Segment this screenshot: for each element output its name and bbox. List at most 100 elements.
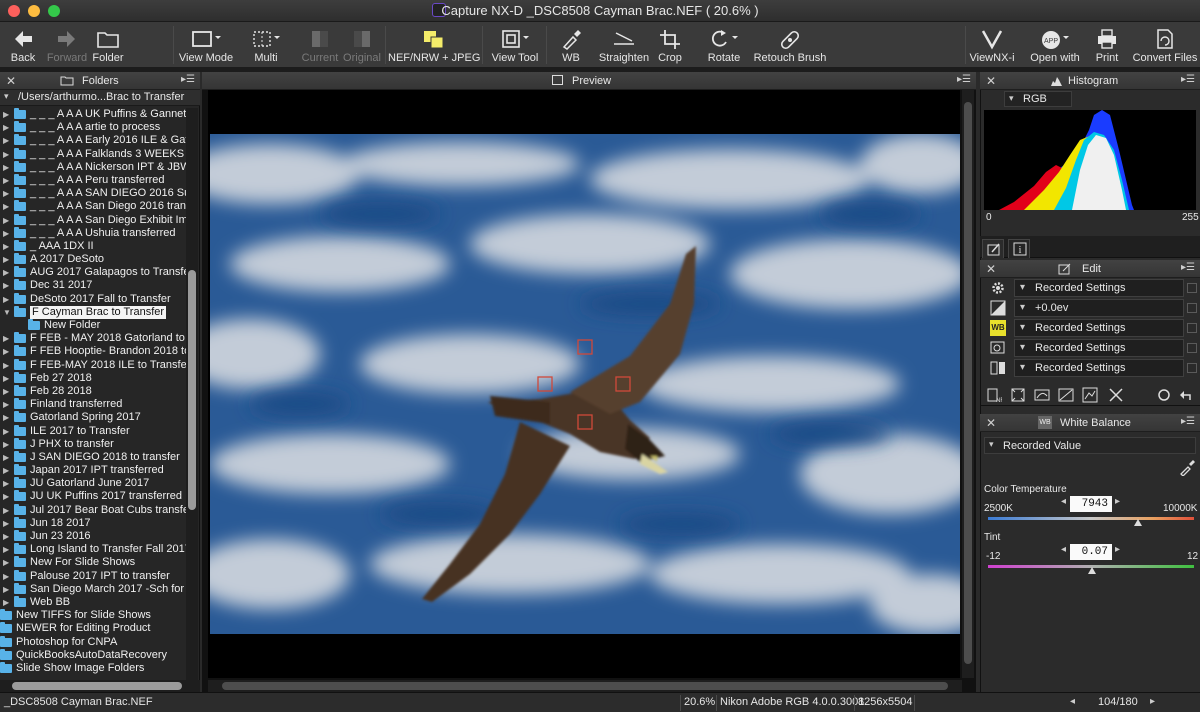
- close-panel-icon[interactable]: ✕: [6, 74, 16, 88]
- folder-tree-item[interactable]: QuickBooksAutoDataRecovery: [0, 648, 186, 662]
- reset-icon[interactable]: [1156, 387, 1172, 403]
- next-image-icon[interactable]: ▸: [1150, 696, 1155, 707]
- disclosure-closed-icon[interactable]: ▶: [3, 451, 9, 464]
- disclosure-closed-icon[interactable]: ▶: [3, 425, 9, 438]
- levels-checkbox[interactable]: [1187, 363, 1197, 373]
- disclosure-closed-icon[interactable]: ▶: [3, 504, 9, 517]
- folder-tree-item[interactable]: ▶ _ _ _ A A A San Diego 2016 tran: [0, 200, 186, 213]
- picture-control-select[interactable]: Recorded Settings: [1014, 339, 1184, 357]
- crop-button[interactable]: Crop: [652, 22, 688, 68]
- folder-tree-item[interactable]: ▼ F Cayman Brac to Transfer: [0, 305, 186, 319]
- folder-button[interactable]: Folder: [90, 22, 126, 68]
- preview-menu-icon[interactable]: ▸☰: [957, 74, 971, 85]
- wb-eyedropper-icon[interactable]: [1178, 458, 1196, 476]
- disclosure-closed-icon[interactable]: ▶: [3, 174, 9, 187]
- disclosure-closed-icon[interactable]: ▶: [3, 240, 9, 253]
- disclosure-closed-icon[interactable]: ▶: [3, 253, 9, 266]
- camera-settings-checkbox[interactable]: [1187, 283, 1197, 293]
- exposure-checkbox[interactable]: [1187, 303, 1197, 313]
- disclosure-closed-icon[interactable]: ▶: [3, 530, 9, 543]
- undo-icon[interactable]: [1178, 387, 1194, 403]
- folder-tree-item[interactable]: ▶ J SAN DIEGO 2018 to transfer: [0, 450, 186, 464]
- folder-tree-item[interactable]: ▶ _ _ _ A A A Early 2016 ILE & Gat: [0, 134, 186, 147]
- current-button[interactable]: Current: [298, 22, 342, 68]
- temp-increment-icon[interactable]: ▸: [1115, 496, 1120, 507]
- disclosure-closed-icon[interactable]: ▶: [3, 279, 9, 292]
- color-temperature-input[interactable]: 7943: [1070, 496, 1112, 512]
- folder-tree-item[interactable]: ▶ Gatorland Spring 2017: [0, 411, 186, 424]
- disclosure-closed-icon[interactable]: ▶: [3, 359, 9, 372]
- disclosure-closed-icon[interactable]: ▶: [3, 464, 9, 477]
- folder-tree-item[interactable]: ▶ _ _ _ A A A SAN DIEGO 2016 Su: [0, 187, 186, 200]
- close-wb-icon[interactable]: ✕: [986, 416, 996, 430]
- folder-tree-item[interactable]: New TIFFS for Slide Shows: [0, 609, 186, 622]
- folder-tree-item[interactable]: ▶ _ _ _ A A A Nickerson IPT & JBW: [0, 160, 186, 174]
- folder-tree-item[interactable]: ▶ AUG 2017 Galapagos to Transfe: [0, 266, 186, 279]
- previous-image-icon[interactable]: ◂: [1070, 696, 1075, 707]
- open-with-button[interactable]: APP Open with: [1026, 22, 1084, 68]
- folder-tree-item[interactable]: ▶ _ _ _ A A A San Diego Exhibit Ima: [0, 213, 186, 227]
- disclosure-closed-icon[interactable]: ▶: [3, 134, 9, 147]
- disclosure-closed-icon[interactable]: ▶: [3, 570, 9, 583]
- print-button[interactable]: Print: [1088, 22, 1126, 68]
- disclosure-closed-icon[interactable]: ▶: [3, 121, 9, 134]
- camera-settings-select[interactable]: Recorded Settings: [1014, 279, 1184, 297]
- noise-reduction-icon[interactable]: NR: [986, 387, 1002, 403]
- lighting-icon[interactable]: [1058, 387, 1074, 403]
- disclosure-closed-icon[interactable]: ▶: [3, 148, 9, 161]
- folder-tree-item[interactable]: ▶ Jun 23 2016: [0, 530, 186, 543]
- convert-files-button[interactable]: Convert Files: [1130, 22, 1200, 68]
- viewer-hscroll-thumb[interactable]: [222, 682, 948, 690]
- folder-tree-item[interactable]: ▶ F FEB - MAY 2018 Gatorland to: [0, 332, 186, 345]
- disclosure-closed-icon[interactable]: ▶: [3, 227, 9, 240]
- white-balance-select[interactable]: Recorded Settings: [1014, 319, 1184, 337]
- folder-tree-item[interactable]: ▶ Jul 2017 Bear Boat Cubs transfe: [0, 503, 186, 517]
- disclosure-closed-icon[interactable]: ▶: [3, 543, 9, 556]
- folder-tree-item[interactable]: ▶ _ _ _ A A A UK Puffins & Gannets: [0, 108, 186, 121]
- disclosure-closed-icon[interactable]: ▶: [3, 556, 9, 569]
- back-button[interactable]: Back: [2, 22, 44, 68]
- folder-tree-item[interactable]: NEWER for Editing Product: [0, 622, 186, 635]
- disclosure-closed-icon[interactable]: ▶: [3, 345, 9, 358]
- folder-tree-item[interactable]: ▶ _ _ _ A A A Peru transferred: [0, 173, 186, 187]
- disclosure-closed-icon[interactable]: ▶: [3, 411, 9, 424]
- panel-menu-icon[interactable]: ▸☰: [181, 74, 195, 85]
- folder-tree-item[interactable]: ▶ _ _ _ A A A Ushuia transferred: [0, 226, 186, 240]
- levels-select[interactable]: Recorded Settings: [1014, 359, 1184, 377]
- folder-tree-item[interactable]: ▶ Web BB: [0, 595, 186, 609]
- disclosure-closed-icon[interactable]: ▶: [3, 477, 9, 490]
- folder-tree-item[interactable]: ▶ J PHX to transfer: [0, 437, 186, 451]
- folder-tree-item[interactable]: ▶ Dec 31 2017: [0, 279, 186, 292]
- histogram-channel-select[interactable]: ▾ RGB: [1004, 91, 1072, 107]
- folder-tree-item[interactable]: ▶ DeSoto 2017 Fall to Transfer: [0, 292, 186, 306]
- picture-control-checkbox[interactable]: [1187, 343, 1197, 353]
- folder-tree-item[interactable]: ▶ Feb 27 2018: [0, 371, 186, 385]
- folder-tree-item[interactable]: ▶ _ _ _ A A A artie to process: [0, 121, 186, 134]
- folder-path-selector[interactable]: ▾ /Users/arthurmo...Brac to Transfer: [0, 90, 200, 106]
- folder-tree-item[interactable]: ▶ JU Gatorland June 2017: [0, 477, 186, 490]
- disclosure-closed-icon[interactable]: ▶: [3, 187, 9, 200]
- tint-input[interactable]: 0.07: [1070, 544, 1112, 560]
- disclosure-closed-icon[interactable]: ▶: [3, 438, 9, 451]
- disclosure-closed-icon[interactable]: ▶: [3, 490, 9, 503]
- sharpen-icon[interactable]: [1108, 387, 1124, 403]
- disclosure-open-icon[interactable]: ▼: [3, 306, 11, 319]
- tone-icon[interactable]: [1034, 387, 1050, 403]
- folder-tree-item[interactable]: ▶ JU UK Puffins 2017 transferred: [0, 490, 186, 503]
- folder-tree-item[interactable]: ▶ Japan 2017 IPT transferred: [0, 464, 186, 477]
- disclosure-closed-icon[interactable]: ▶: [3, 200, 9, 213]
- folder-tree-item[interactable]: ▶ F FEB Hooptie- Brandon 2018 to: [0, 345, 186, 358]
- color-temperature-slider-thumb[interactable]: [1133, 519, 1142, 526]
- nef-jpeg-button[interactable]: NEF/NRW + JPEG: [388, 22, 480, 68]
- forward-button[interactable]: Forward: [44, 22, 90, 68]
- original-button[interactable]: Original: [342, 22, 382, 68]
- histogram-menu-icon[interactable]: ▸☰: [1181, 74, 1195, 85]
- rotate-button[interactable]: Rotate: [696, 22, 752, 68]
- wb-menu-icon[interactable]: ▸☰: [1181, 416, 1195, 427]
- tab-info[interactable]: i: [1008, 239, 1030, 258]
- disclosure-closed-icon[interactable]: ▶: [3, 596, 9, 609]
- disclosure-closed-icon[interactable]: ▶: [3, 398, 9, 411]
- view-mode-button[interactable]: View Mode: [176, 22, 236, 68]
- tab-edit[interactable]: [982, 239, 1004, 258]
- viewer-vscroll-thumb[interactable]: [964, 102, 972, 664]
